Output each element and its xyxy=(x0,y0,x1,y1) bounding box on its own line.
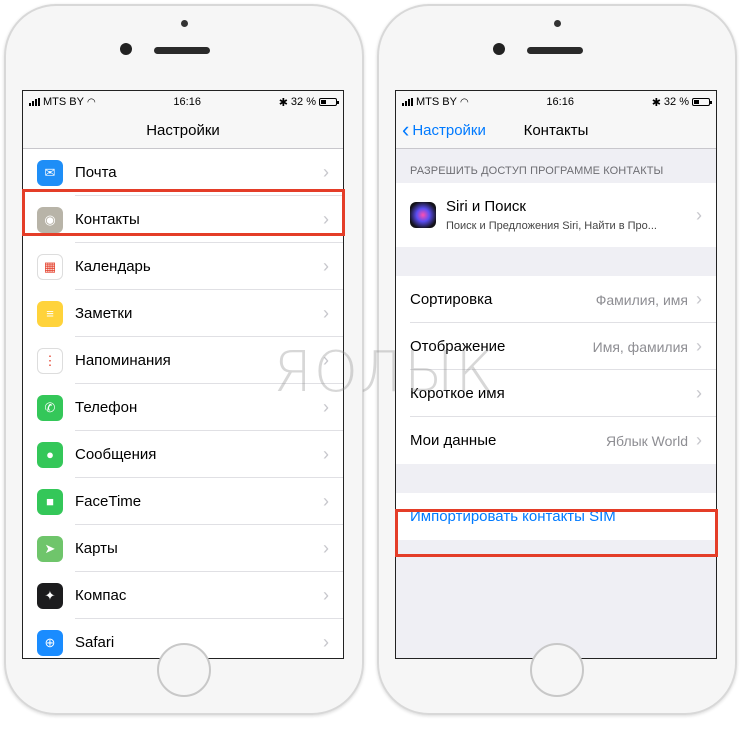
contacts-setting-row[interactable]: Сортировка Фамилия, имя › xyxy=(396,276,716,323)
setting-value: Яблык World xyxy=(605,432,688,449)
chevron-right-icon: › xyxy=(323,444,329,464)
front-camera xyxy=(120,43,132,55)
proximity-sensor xyxy=(554,20,561,27)
section-header: РАЗРЕШИТЬ ДОСТУП ПРОГРАММЕ КОНТАКТЫ xyxy=(410,165,664,177)
phone-icon: ✆ xyxy=(37,394,63,421)
battery-percent: 32 % xyxy=(290,96,316,108)
chevron-right-icon: › xyxy=(323,162,329,182)
status-bar: MTS BY ◠ 16:16 ✱ 32 % xyxy=(23,91,343,113)
settings-item-label: Карты xyxy=(75,540,118,557)
chevron-right-icon: › xyxy=(696,336,702,356)
wifi-icon: ◠ xyxy=(86,96,96,108)
settings-item[interactable]: ➤ Карты › xyxy=(23,525,343,572)
page-title: Контакты xyxy=(523,122,589,139)
chevron-left-icon: ‹ xyxy=(402,116,410,142)
settings-item[interactable]: ✦ Компас › xyxy=(23,572,343,619)
setting-value: Фамилия, имя xyxy=(595,291,688,308)
safari-icon: ⊕ xyxy=(37,629,63,656)
highlight-import-sim xyxy=(395,509,718,557)
settings-item-label: Календарь xyxy=(75,258,151,275)
settings-item[interactable]: ▦ Календарь › xyxy=(23,243,343,290)
settings-item[interactable]: ■ FaceTime › xyxy=(23,478,343,525)
settings-item-label: Сообщения xyxy=(75,446,157,463)
earpiece-speaker xyxy=(527,47,583,54)
settings-item-label: Компас xyxy=(75,587,127,604)
chevron-right-icon: › xyxy=(323,303,329,323)
carrier-label: MTS BY xyxy=(43,96,84,108)
clock: 16:16 xyxy=(173,96,201,108)
maps-icon: ➤ xyxy=(37,535,63,562)
battery-percent: 32 % xyxy=(663,96,689,108)
chevron-right-icon: › xyxy=(323,491,329,511)
settings-item[interactable]: ≡ Заметки › xyxy=(23,290,343,337)
calendar-icon: ▦ xyxy=(37,253,63,280)
home-button[interactable] xyxy=(157,643,211,697)
highlight-contacts xyxy=(22,189,345,236)
battery-icon xyxy=(318,98,339,106)
chevron-right-icon: › xyxy=(696,204,702,225)
setting-value: Имя, фамилия xyxy=(592,338,688,355)
proximity-sensor xyxy=(181,20,188,27)
home-button[interactable] xyxy=(530,643,584,697)
chevron-right-icon: › xyxy=(323,632,329,652)
nav-bar: Настройки xyxy=(23,113,343,149)
reminders-icon: ⋮ xyxy=(37,347,63,374)
chevron-right-icon: › xyxy=(696,289,702,309)
chevron-right-icon: › xyxy=(696,383,702,403)
front-camera xyxy=(493,43,505,55)
page-title: Настройки xyxy=(146,122,220,139)
clock: 16:16 xyxy=(546,96,574,108)
facetime-icon: ■ xyxy=(37,488,63,515)
chevron-right-icon: › xyxy=(696,430,702,450)
status-bar: MTS BY ◠ 16:16 ✱ 32 % xyxy=(396,91,716,113)
nav-bar: ‹ Настройки Контакты xyxy=(396,113,716,149)
carrier-label: MTS BY xyxy=(416,96,457,108)
wifi-icon: ◠ xyxy=(459,96,469,108)
siri-icon xyxy=(410,202,436,228)
compass-icon: ✦ xyxy=(37,582,63,609)
bluetooth-icon: ✱ xyxy=(278,96,288,109)
back-button[interactable]: ‹ Настройки xyxy=(402,116,486,142)
watermark: ЯОЛЫК xyxy=(273,340,496,405)
siri-subtitle: Поиск и Предложения Siri, Найти в Про... xyxy=(446,220,657,232)
siri-search-row[interactable]: Siri и Поиск Поиск и Предложения Siri, Н… xyxy=(396,183,716,247)
setting-label: Мои данные xyxy=(410,432,497,449)
messages-icon: ● xyxy=(37,441,63,468)
earpiece-speaker xyxy=(154,47,210,54)
back-label: Настройки xyxy=(412,122,486,139)
signal-icon xyxy=(29,98,40,106)
chevron-right-icon: › xyxy=(323,585,329,605)
settings-item-label: Заметки xyxy=(75,305,133,322)
notes-icon: ≡ xyxy=(37,300,63,327)
settings-item[interactable]: ● Сообщения › xyxy=(23,431,343,478)
settings-item-label: Почта xyxy=(75,164,117,181)
chevron-right-icon: › xyxy=(323,256,329,276)
settings-item-label: FaceTime xyxy=(75,493,142,510)
setting-label: Сортировка xyxy=(410,291,493,308)
contacts-setting-row[interactable]: Мои данные Яблык World › xyxy=(396,417,716,464)
mail-icon: ✉ xyxy=(37,159,63,186)
signal-icon xyxy=(402,98,413,106)
siri-title: Siri и Поиск xyxy=(446,198,526,215)
chevron-right-icon: › xyxy=(323,538,329,558)
battery-icon xyxy=(691,98,712,106)
bluetooth-icon: ✱ xyxy=(651,96,661,109)
